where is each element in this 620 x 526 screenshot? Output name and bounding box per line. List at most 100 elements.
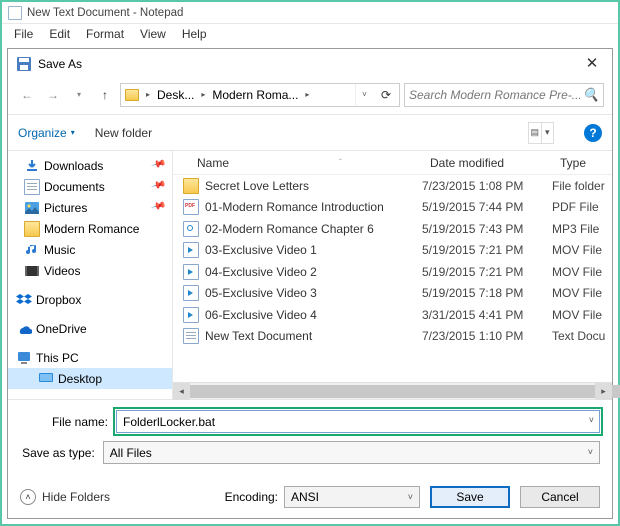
file-type: MOV File <box>552 243 612 257</box>
column-headers: Nameˆ Date modified Type <box>173 151 612 175</box>
menu-file[interactable]: File <box>6 25 41 43</box>
file-name: 01-Modern Romance Introduction <box>205 200 422 214</box>
search-box[interactable]: Search Modern Romance Pre-... 🔍 <box>404 83 604 107</box>
save-as-icon <box>16 56 32 72</box>
file-row[interactable]: New Text Document7/23/2015 1:10 PMText D… <box>173 326 612 348</box>
download-icon <box>24 158 40 174</box>
view-options-button[interactable]: ▤▾ <box>528 122 554 144</box>
nav-recent-dropdown[interactable]: ▾ <box>68 84 90 106</box>
file-name: 02-Modern Romance Chapter 6 <box>205 222 422 236</box>
chevron-down-icon: ▾ <box>542 123 554 143</box>
sidebar-item-dropbox[interactable]: Dropbox <box>8 289 172 310</box>
new-folder-button[interactable]: New folder <box>95 126 152 140</box>
file-date: 5/19/2015 7:44 PM <box>422 200 552 214</box>
close-button[interactable]: ✕ <box>572 49 612 77</box>
notepad-menubar: File Edit Format View Help <box>2 24 618 44</box>
filename-input[interactable] <box>116 410 600 433</box>
pin-icon: 📌 <box>150 157 170 175</box>
chevron-right-icon[interactable]: ▸ <box>143 90 153 99</box>
sidebar-item-downloads[interactable]: Downloads📌 <box>8 155 172 176</box>
music-icon <box>24 242 40 258</box>
column-name[interactable]: Nameˆ <box>189 156 422 170</box>
menu-edit[interactable]: Edit <box>41 25 78 43</box>
path-segment[interactable]: Desk... <box>153 84 198 106</box>
column-date[interactable]: Date modified <box>422 156 552 170</box>
chevron-right-icon[interactable]: ▸ <box>198 90 208 99</box>
file-row[interactable]: 06-Exclusive Video 43/31/2015 4:41 PMMOV… <box>173 304 612 326</box>
sidebar-item-music[interactable]: Music <box>8 239 172 260</box>
sidebar-item-desktop[interactable]: Desktop <box>8 368 172 389</box>
encoding-select[interactable]: ANSI ˅ <box>284 486 420 508</box>
file-row[interactable]: Secret Love Letters7/23/2015 1:08 PMFile… <box>173 175 612 197</box>
file-type: File folder <box>552 179 612 193</box>
menu-format[interactable]: Format <box>78 25 132 43</box>
scroll-left-button[interactable]: ◂ <box>173 383 190 400</box>
file-type: Text Docu <box>552 329 612 343</box>
file-row[interactable]: 05-Exclusive Video 35/19/2015 7:18 PMMOV… <box>173 283 612 305</box>
sidebar-item-this-pc[interactable]: This PC <box>8 347 172 368</box>
refresh-button[interactable]: ⟳ <box>373 84 399 106</box>
folder-icon <box>24 221 40 237</box>
nav-back-button[interactable]: ← <box>16 84 38 106</box>
menu-help[interactable]: Help <box>174 25 215 43</box>
file-name: New Text Document <box>205 329 422 343</box>
mp3-icon <box>183 221 199 237</box>
file-type: PDF File <box>552 200 612 214</box>
navigation-pane: Downloads📌 Documents📌 Pictures📌 Modern R… <box>8 151 173 399</box>
search-icon[interactable]: 🔍 <box>583 87 599 103</box>
save-button[interactable]: Save <box>430 486 510 508</box>
sort-asc-icon: ˆ <box>339 158 342 167</box>
chevron-down-icon: ▾ <box>71 128 75 137</box>
dialog-title: Save As <box>38 57 82 71</box>
file-type: MP3 File <box>552 222 612 236</box>
scroll-thumb[interactable] <box>190 385 620 398</box>
filename-label: File name: <box>20 415 116 429</box>
dropbox-icon <box>16 292 32 308</box>
pictures-icon <box>24 200 40 216</box>
pdf-icon: PDF <box>183 199 199 215</box>
file-row[interactable]: 04-Exclusive Video 25/19/2015 7:21 PMMOV… <box>173 261 612 283</box>
file-row[interactable]: PDF 01-Modern Romance Introduction5/19/20… <box>173 197 612 219</box>
notepad-title: New Text Document - Notepad <box>27 7 183 19</box>
hide-folders-button[interactable]: ˄ Hide Folders <box>20 489 110 505</box>
sidebar-item-onedrive[interactable]: OneDrive <box>8 318 172 339</box>
sidebar-item-modern-romance[interactable]: Modern Romance <box>8 218 172 239</box>
file-row[interactable]: 02-Modern Romance Chapter 65/19/2015 7:4… <box>173 218 612 240</box>
file-row[interactable]: 03-Exclusive Video 15/19/2015 7:21 PMMOV… <box>173 240 612 262</box>
file-name: 05-Exclusive Video 3 <box>205 286 422 300</box>
address-dropdown[interactable]: ˅ <box>355 84 373 106</box>
scroll-right-button[interactable]: ▸ <box>595 383 612 400</box>
mov-icon <box>183 307 199 323</box>
saveastype-select[interactable]: All Files ˅ <box>103 441 600 464</box>
file-name: 03-Exclusive Video 1 <box>205 243 422 257</box>
txt-icon <box>183 328 199 344</box>
nav-up-button[interactable]: ↑ <box>94 84 116 106</box>
chevron-down-icon[interactable]: ˅ <box>589 415 594 425</box>
file-date: 5/19/2015 7:21 PM <box>422 243 552 257</box>
help-button[interactable]: ? <box>584 124 602 142</box>
sidebar-item-pictures[interactable]: Pictures📌 <box>8 197 172 218</box>
sidebar-item-videos[interactable]: Videos <box>8 260 172 281</box>
sidebar-item-documents[interactable]: Documents📌 <box>8 176 172 197</box>
address-bar[interactable]: ▸ Desk... ▸ Modern Roma... ▸ ˅ ⟳ <box>120 83 400 107</box>
this-pc-icon <box>16 350 32 366</box>
save-as-dialog: Save As ✕ ← → ▾ ↑ ▸ Desk... ▸ Modern Rom… <box>7 48 613 519</box>
organize-button[interactable]: Organize ▾ <box>18 126 75 140</box>
chevron-up-icon: ˄ <box>20 489 36 505</box>
file-type: MOV File <box>552 265 612 279</box>
column-type[interactable]: Type <box>552 156 612 170</box>
horizontal-scrollbar[interactable]: ◂ ▸ <box>173 382 612 399</box>
path-segment[interactable]: Modern Roma... <box>208 84 302 106</box>
desktop-icon <box>38 371 54 387</box>
document-icon <box>24 179 40 195</box>
mov-icon <box>183 242 199 258</box>
cancel-button[interactable]: Cancel <box>520 486 600 508</box>
view-mode-icon: ▤ <box>529 123 542 143</box>
chevron-down-icon: ˅ <box>588 447 593 457</box>
file-name: Secret Love Letters <box>205 179 422 193</box>
chevron-right-icon[interactable]: ▸ <box>302 90 312 99</box>
mov-icon <box>183 264 199 280</box>
folder-icon <box>125 89 139 101</box>
file-type: MOV File <box>552 308 612 322</box>
menu-view[interactable]: View <box>132 25 174 43</box>
